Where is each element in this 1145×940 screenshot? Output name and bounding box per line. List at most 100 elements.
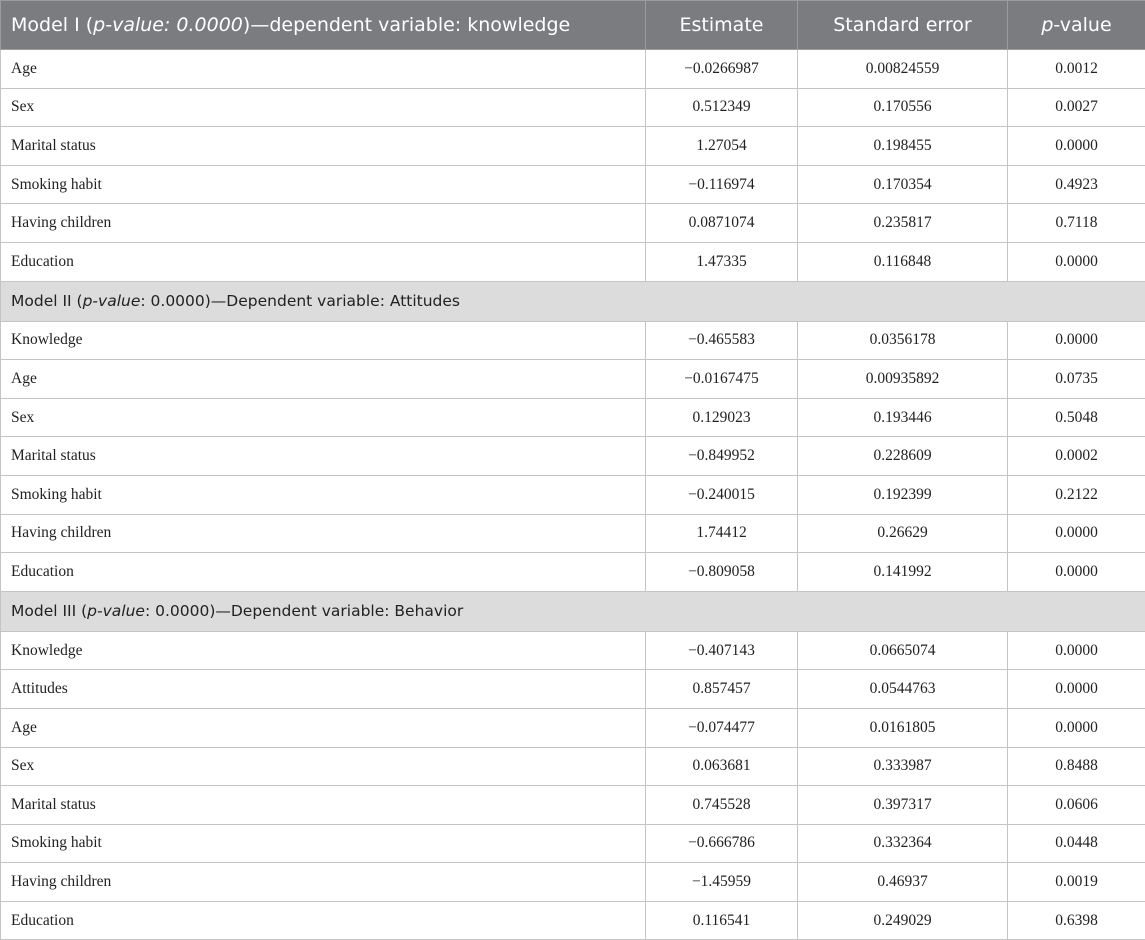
standard-error-cell: 0.141992 [797,552,1008,592]
standard-error-cell: 0.0665074 [797,630,1008,671]
estimate-cell: 0.0871074 [645,203,798,243]
estimate-cell: −0.074477 [645,707,798,748]
model-1-heading-prefix: Model I ( [11,14,94,36]
variable-cell: Education [0,552,646,592]
standard-error-cell: 0.193446 [797,397,1008,438]
estimate-cell: −0.407143 [645,630,798,671]
model-1-heading-suffix: )—dependent variable: knowledge [242,14,571,36]
p-value-cell: 0.0606 [1007,785,1145,825]
p-value-cell: 0.6398 [1007,900,1145,940]
table-row: Knowledge −0.465583 0.0356178 0.0000 [0,320,1145,361]
standard-error-cell: 0.116848 [797,241,1008,282]
table-body: Age −0.0266987 0.00824559 0.0012 Sex 0.512349… [0,49,1145,940]
variable-cell: Attitudes [0,669,646,709]
table-row: Marital status 0.745528 0.397317 0.0606 [0,785,1145,825]
table-row: Smoking habit −0.666786 0.332364 0.0448 [0,823,1145,864]
estimate-cell: 0.129023 [645,397,798,438]
p-value-cell: 0.0002 [1007,436,1145,476]
estimate-cell: −0.116974 [645,164,798,205]
variable-cell: Education [0,900,646,940]
standard-error-column-header: Standard error [797,0,1008,50]
standard-error-cell: 0.192399 [797,474,1008,515]
standard-error-cell: 0.0161805 [797,707,1008,748]
standard-error-cell: 0.00935892 [797,359,1008,399]
variable-cell: Smoking habit [0,164,646,205]
table-row: Education −0.809058 0.141992 0.0000 [0,552,1145,592]
table-row: Education 0.116541 0.249029 0.6398 [0,900,1145,940]
variable-cell: Education [0,241,646,282]
estimate-cell: 0.063681 [645,746,798,787]
regression-table: Model I (p-value: 0.0000)—dependent vari… [0,0,1145,940]
p-value-cell: 0.0012 [1007,49,1145,89]
p-value-cell: 0.0000 [1007,320,1145,361]
variable-cell: Marital status [0,436,646,476]
p-value-cell: 0.0019 [1007,862,1145,902]
table-row: Age −0.0167475 0.00935892 0.0735 [0,359,1145,399]
variable-cell: Having children [0,203,646,243]
variable-cell: Age [0,49,646,89]
p-value-cell: 0.0000 [1007,630,1145,671]
estimate-column-header: Estimate [645,0,798,50]
table-row: Sex 0.063681 0.333987 0.8488 [0,746,1145,787]
estimate-cell: 1.47335 [645,241,798,282]
standard-error-cell: 0.397317 [797,785,1008,825]
table-row: Education 1.47335 0.116848 0.0000 [0,241,1145,282]
p-value-cell: 0.0000 [1007,707,1145,748]
table-header: Model I (p-value: 0.0000)—dependent vari… [0,0,1145,50]
table-row: Smoking habit −0.240015 0.192399 0.2122 [0,474,1145,515]
p-value-cell: 0.0000 [1007,126,1145,166]
standard-error-cell: 0.198455 [797,126,1008,166]
table-row: Age −0.0266987 0.00824559 0.0012 [0,49,1145,89]
estimate-cell: 0.116541 [645,900,798,940]
table-row: Having children 0.0871074 0.235817 0.7118 [0,203,1145,243]
variable-cell: Knowledge [0,320,646,361]
variable-cell: Sex [0,87,646,128]
standard-error-cell: 0.332364 [797,823,1008,864]
standard-error-cell: 0.00824559 [797,49,1008,89]
variable-cell: Marital status [0,785,646,825]
p-value-cell: 0.0000 [1007,552,1145,592]
model-heading-suffix: : 0.0000)—Dependent variable: Attitudes [140,292,461,311]
estimate-cell: −0.809058 [645,552,798,592]
p-value-cell: 0.2122 [1007,474,1145,515]
estimate-cell: 0.745528 [645,785,798,825]
variable-cell: Having children [0,862,646,902]
variable-cell: Sex [0,746,646,787]
p-value-cell: 0.0000 [1007,241,1145,282]
variable-cell: Age [0,707,646,748]
model-heading-italic: p-value [87,602,145,621]
standard-error-cell: 0.170556 [797,87,1008,128]
p-value-cell: 0.4923 [1007,164,1145,205]
p-value-cell: 0.8488 [1007,746,1145,787]
table-row: Knowledge −0.407143 0.0665074 0.0000 [0,630,1145,671]
p-value-cell: 0.0027 [1007,87,1145,128]
standard-error-cell: 0.0356178 [797,320,1008,361]
estimate-cell: −0.0266987 [645,49,798,89]
p-value-cell: 0.0000 [1007,669,1145,709]
estimate-cell: 1.27054 [645,126,798,166]
model-heading-suffix: : 0.0000)—Dependent variable: Behavior [144,602,464,621]
model-heading-prefix: Model III ( [11,602,88,621]
p-value-header-italic: p [1041,14,1054,36]
model-1-heading-pvalue: p-value: 0.0000 [93,14,243,36]
table-row: Having children −1.45959 0.46937 0.0019 [0,862,1145,902]
variable-cell: Marital status [0,126,646,166]
p-value-column-header: p-value [1007,0,1145,50]
estimate-cell: −0.240015 [645,474,798,515]
table-row: Sex 0.129023 0.193446 0.5048 [0,397,1145,438]
p-value-cell: 0.0448 [1007,823,1145,864]
standard-error-cell: 0.46937 [797,862,1008,902]
estimate-cell: −0.849952 [645,436,798,476]
estimate-cell: 0.512349 [645,87,798,128]
header-row: Model I (p-value: 0.0000)—dependent vari… [0,0,1145,50]
estimate-cell: 0.857457 [645,669,798,709]
standard-error-cell: 0.235817 [797,203,1008,243]
table-row: Smoking habit −0.116974 0.170354 0.4923 [0,164,1145,205]
standard-error-cell: 0.170354 [797,164,1008,205]
model-heading-italic: p-value [82,292,141,311]
variable-cell: Sex [0,397,646,438]
table-row: Sex 0.512349 0.170556 0.0027 [0,87,1145,128]
variable-cell: Having children [0,513,646,554]
p-value-cell: 0.5048 [1007,397,1145,438]
model-heading-prefix: Model II ( [11,292,83,311]
